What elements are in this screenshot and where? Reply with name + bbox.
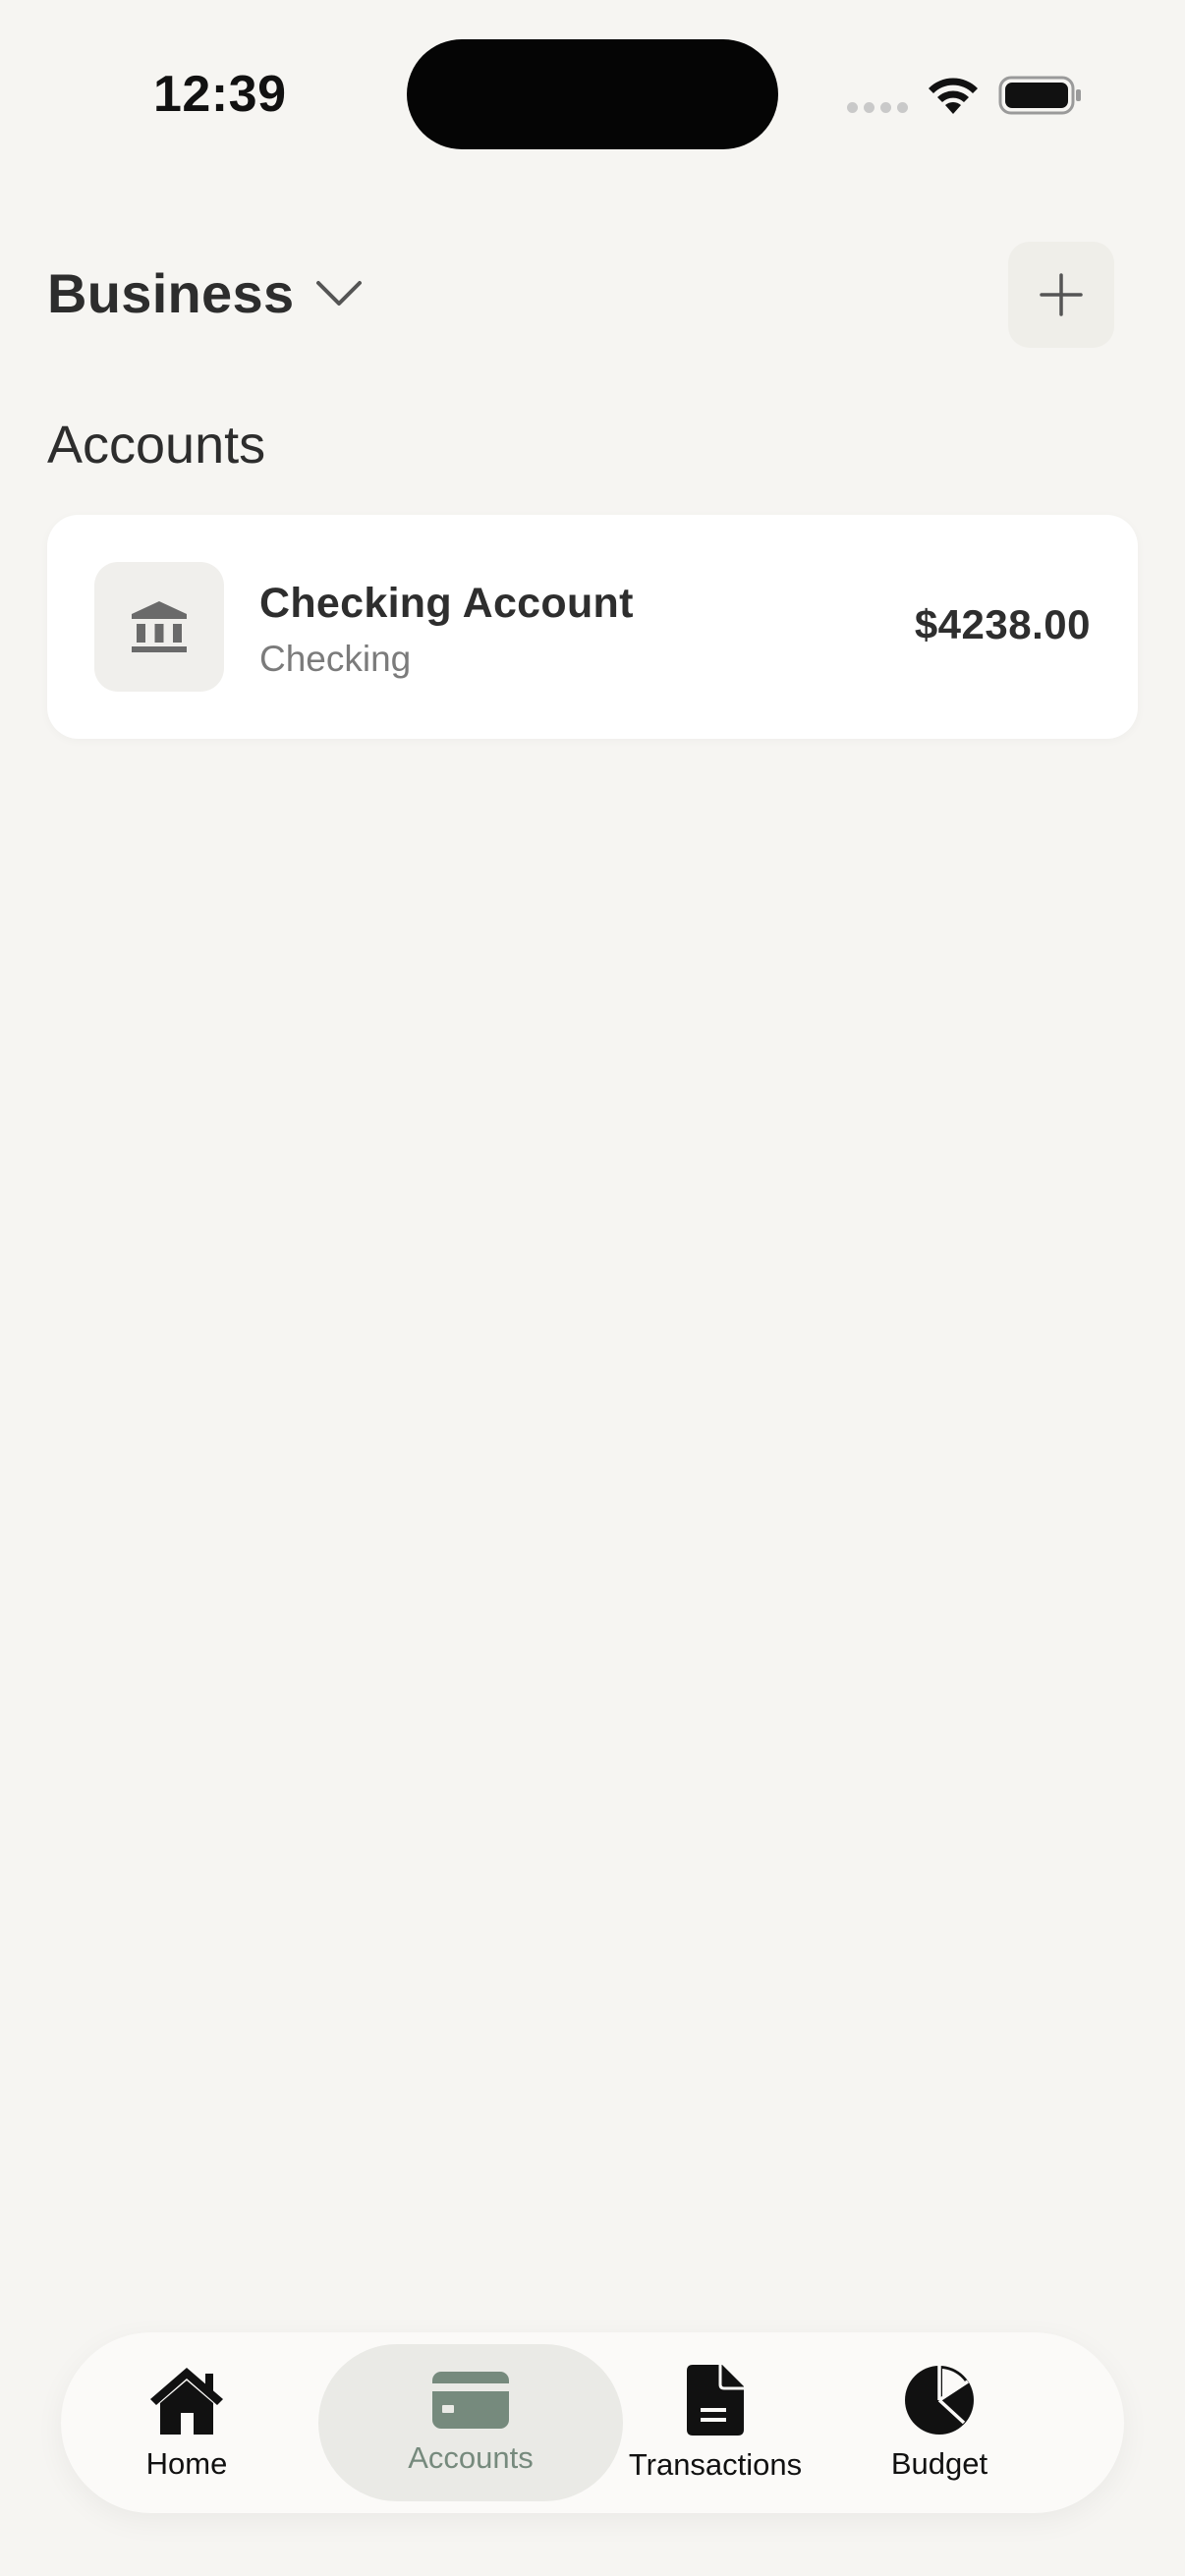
account-balance: $4238.00 xyxy=(914,601,1091,647)
tab-accounts[interactable]: Accounts xyxy=(318,2344,623,2501)
tab-label: Budget xyxy=(890,2446,988,2481)
plus-icon xyxy=(1040,273,1083,316)
home-icon xyxy=(150,2368,223,2435)
wifi-icon xyxy=(929,78,978,114)
account-type: Checking xyxy=(259,639,412,679)
tab-transactions[interactable]: Transactions xyxy=(617,2344,814,2501)
tab-label: Accounts xyxy=(408,2440,534,2475)
dynamic-island xyxy=(407,39,778,149)
pie-chart-icon xyxy=(905,2366,974,2435)
add-account-button[interactable] xyxy=(1008,242,1114,348)
battery-icon xyxy=(998,76,1081,115)
account-card[interactable]: Checking Account Checking $4238.00 xyxy=(47,515,1138,739)
section-title: Accounts xyxy=(47,416,266,475)
account-name: Checking Account xyxy=(259,580,634,627)
tab-budget[interactable]: Budget xyxy=(880,2344,998,2501)
tab-home[interactable]: Home xyxy=(130,2344,244,2501)
account-icon-container xyxy=(94,562,224,692)
status-time: 12:39 xyxy=(153,66,287,123)
chevron-down-icon xyxy=(316,280,363,306)
workspace-label: Business xyxy=(47,262,295,324)
document-icon xyxy=(687,2365,744,2436)
credit-card-icon xyxy=(432,2372,509,2429)
tab-label: Transactions xyxy=(628,2447,803,2482)
tab-label: Home xyxy=(145,2446,228,2481)
accounts-screen: 12:39 Business Accounts Checking Account… xyxy=(0,0,1185,2576)
bank-icon xyxy=(132,601,187,652)
cellular-signal-icon xyxy=(847,102,908,113)
tab-bar: Home Accounts Transactions Budget xyxy=(61,2332,1124,2513)
workspace-selector[interactable]: Business xyxy=(47,261,363,325)
